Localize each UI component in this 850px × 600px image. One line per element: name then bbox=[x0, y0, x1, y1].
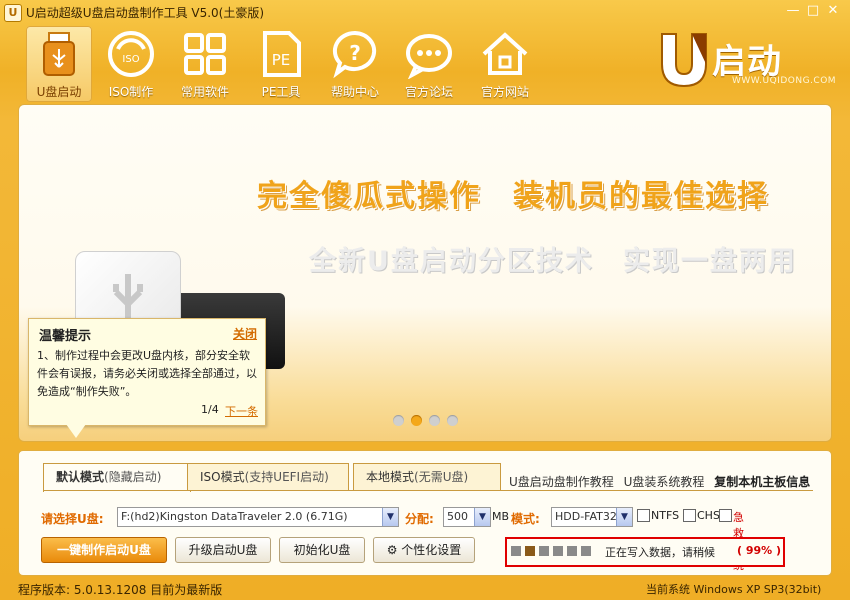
rescue-checkbox[interactable] bbox=[719, 509, 732, 522]
disk-select-label: 请选择U盘: bbox=[41, 512, 104, 526]
toolbar-label: 官方网站 bbox=[480, 85, 529, 99]
gear-icon: ⚙ bbox=[386, 543, 398, 557]
ntfs-checkbox[interactable] bbox=[637, 509, 650, 522]
mode-select[interactable]: HDD-FAT32 ▼ bbox=[551, 507, 633, 527]
tip-popup: 温馨提示 关闭 1、制作过程中会更改U盘内核，部分安全软件会有误报，请务必关闭或… bbox=[28, 318, 266, 426]
tab-divider bbox=[43, 490, 813, 491]
toolbar-item-pe-tools[interactable]: PE PE工具 bbox=[248, 26, 314, 102]
tip-body: 1、制作过程中会更改U盘内核，部分安全软件会有误报，请务必关闭或选择全部通过，以… bbox=[37, 349, 257, 398]
banner-subline: 全新U盘启动分区技术 实现一盘两用 bbox=[309, 246, 797, 277]
toolbar-item-usb-boot[interactable]: U盘启动 bbox=[26, 26, 92, 102]
progress-block bbox=[567, 546, 577, 556]
chevron-down-icon: ▼ bbox=[474, 508, 490, 526]
slide-dot[interactable] bbox=[429, 415, 440, 426]
tab-iso-mode[interactable]: ISO模式(支持UEFI启动) bbox=[187, 463, 349, 490]
tab-local-mode[interactable]: 本地模式(无需U盘) bbox=[353, 463, 501, 490]
chevron-down-icon: ▼ bbox=[382, 508, 398, 526]
brand-logo: 启动 WWW.UQIDONG.COM bbox=[656, 28, 836, 92]
help-question-icon: ? bbox=[330, 29, 380, 79]
tip-next-link[interactable]: 下一条 bbox=[225, 403, 258, 419]
home-icon bbox=[480, 29, 530, 79]
toolbar-label: 帮助中心 bbox=[330, 85, 379, 99]
toolbar-item-iso[interactable]: ISO ISO制作 bbox=[98, 26, 164, 102]
progress-block bbox=[553, 546, 563, 556]
disk-select[interactable]: F:(hd2)Kingston DataTraveler 2.0 (6.71G)… bbox=[117, 507, 399, 527]
toolbar-item-website[interactable]: 官方网站 bbox=[472, 26, 538, 102]
progress-block bbox=[511, 546, 521, 556]
alloc-label: 分配: bbox=[405, 512, 434, 526]
svg-text:PE: PE bbox=[272, 51, 291, 69]
tab-default-mode[interactable]: 默认模式(隐藏启动) bbox=[43, 463, 191, 492]
toolbar-label: 常用软件 bbox=[180, 85, 229, 99]
tip-title: 温馨提示 bbox=[39, 329, 92, 344]
control-panel: 默认模式(隐藏启动) ISO模式(支持UEFI启动) 本地模式(无需U盘) U盘… bbox=[18, 450, 832, 576]
tab-label: 本地模式 bbox=[366, 470, 415, 484]
maximize-button[interactable]: □ bbox=[804, 3, 822, 19]
init-usb-button[interactable]: 初始化U盘 bbox=[279, 537, 365, 563]
install-tutorial-link[interactable]: U盘装系统教程 bbox=[624, 475, 705, 489]
toolbar-item-help[interactable]: ? 帮助中心 bbox=[322, 26, 388, 102]
u-logo-mark bbox=[661, 33, 707, 88]
svg-text:?: ? bbox=[349, 41, 361, 65]
tab-hint: (支持UEFI启动) bbox=[244, 470, 329, 484]
tutorial-link[interactable]: U盘启动盘制作教程 bbox=[509, 475, 614, 489]
ntfs-label: NTFS bbox=[651, 509, 680, 522]
toolbar-item-software[interactable]: 常用软件 bbox=[172, 26, 238, 102]
chs-label: CHS bbox=[697, 509, 720, 522]
progress-percent: ( 99% ) bbox=[737, 544, 782, 557]
status-bar: 程序版本: 5.0.13.1208 目前为最新版 当前系统 Windows XP… bbox=[0, 576, 850, 600]
disk-select-value: F:(hd2)Kingston DataTraveler 2.0 (6.71G) bbox=[121, 510, 348, 523]
mode-value: HDD-FAT32 bbox=[555, 510, 617, 523]
toolbar-label: ISO制作 bbox=[108, 85, 154, 99]
toolbar-label: 官方论坛 bbox=[404, 85, 453, 99]
help-links: U盘启动盘制作教程 U盘装系统教程 复制本机主板信息 bbox=[509, 473, 816, 490]
personalize-button[interactable]: ⚙ 个性化设置 bbox=[373, 537, 475, 563]
tab-label: ISO模式 bbox=[200, 470, 245, 484]
version-status: 程序版本: 5.0.13.1208 目前为最新版 bbox=[18, 583, 223, 597]
chat-bubble-icon bbox=[404, 29, 454, 80]
svg-text:ISO: ISO bbox=[122, 54, 139, 65]
chs-checkbox[interactable] bbox=[683, 509, 696, 522]
alloc-value: 500 bbox=[447, 510, 468, 523]
logo-url: WWW.UQIDONG.COM bbox=[732, 76, 837, 86]
alloc-unit: MB bbox=[492, 510, 510, 523]
tip-page-indicator: 1/4 bbox=[201, 403, 219, 416]
tab-hint: (无需U盘) bbox=[414, 470, 469, 484]
progress-text: 正在写入数据，请稍候 bbox=[605, 546, 715, 559]
tab-label: 默认模式 bbox=[56, 470, 105, 484]
make-boot-usb-button[interactable]: 一键制作启动U盘 bbox=[41, 537, 167, 563]
upgrade-usb-button[interactable]: 升级启动U盘 bbox=[175, 537, 271, 563]
window-title: U启动超级U盘启动盘制作工具 V5.0(土豪版) bbox=[26, 6, 265, 20]
title-bar: U U启动超级U盘启动盘制作工具 V5.0(土豪版) — □ ✕ bbox=[0, 0, 850, 24]
slide-dot-active[interactable] bbox=[411, 415, 422, 426]
u-logo-icon: U bbox=[4, 4, 22, 22]
tab-hint: (隐藏启动) bbox=[104, 470, 162, 484]
personalize-label: 个性化设置 bbox=[401, 543, 462, 557]
minimize-button[interactable]: — bbox=[784, 3, 802, 19]
toolbar-label: PE工具 bbox=[261, 85, 301, 99]
chevron-down-icon: ▼ bbox=[616, 508, 632, 526]
toolbar-item-forum[interactable]: 官方论坛 bbox=[396, 26, 462, 102]
app-window: U U启动超级U盘启动盘制作工具 V5.0(土豪版) — □ ✕ U盘启动 IS… bbox=[0, 0, 850, 600]
progress-block-done bbox=[525, 546, 535, 556]
banner-headline: 完全傻瓜式操作 装机员的最佳选择 bbox=[257, 179, 769, 214]
close-button[interactable]: ✕ bbox=[824, 3, 842, 19]
pe-document-icon: PE bbox=[256, 29, 306, 79]
toolbar-label: U盘启动 bbox=[36, 85, 82, 99]
iso-disc-icon: ISO bbox=[106, 29, 156, 79]
mode-label: 模式: bbox=[511, 512, 540, 526]
slide-dot[interactable] bbox=[393, 415, 404, 426]
grid-apps-icon bbox=[180, 29, 230, 79]
tip-arrow bbox=[66, 424, 86, 438]
copy-board-info-link[interactable]: 复制本机主板信息 bbox=[714, 475, 810, 489]
tip-close-link[interactable]: 关闭 bbox=[233, 325, 257, 342]
usb-drive-icon bbox=[34, 29, 84, 79]
progress-block bbox=[539, 546, 549, 556]
system-status: 当前系统 Windows XP SP3(32bit) bbox=[646, 583, 822, 596]
progress-indicator: 正在写入数据，请稍候 ( 99% ) bbox=[505, 537, 785, 567]
alloc-select[interactable]: 500 ▼ bbox=[443, 507, 491, 527]
slide-dot[interactable] bbox=[447, 415, 458, 426]
progress-block bbox=[581, 546, 591, 556]
